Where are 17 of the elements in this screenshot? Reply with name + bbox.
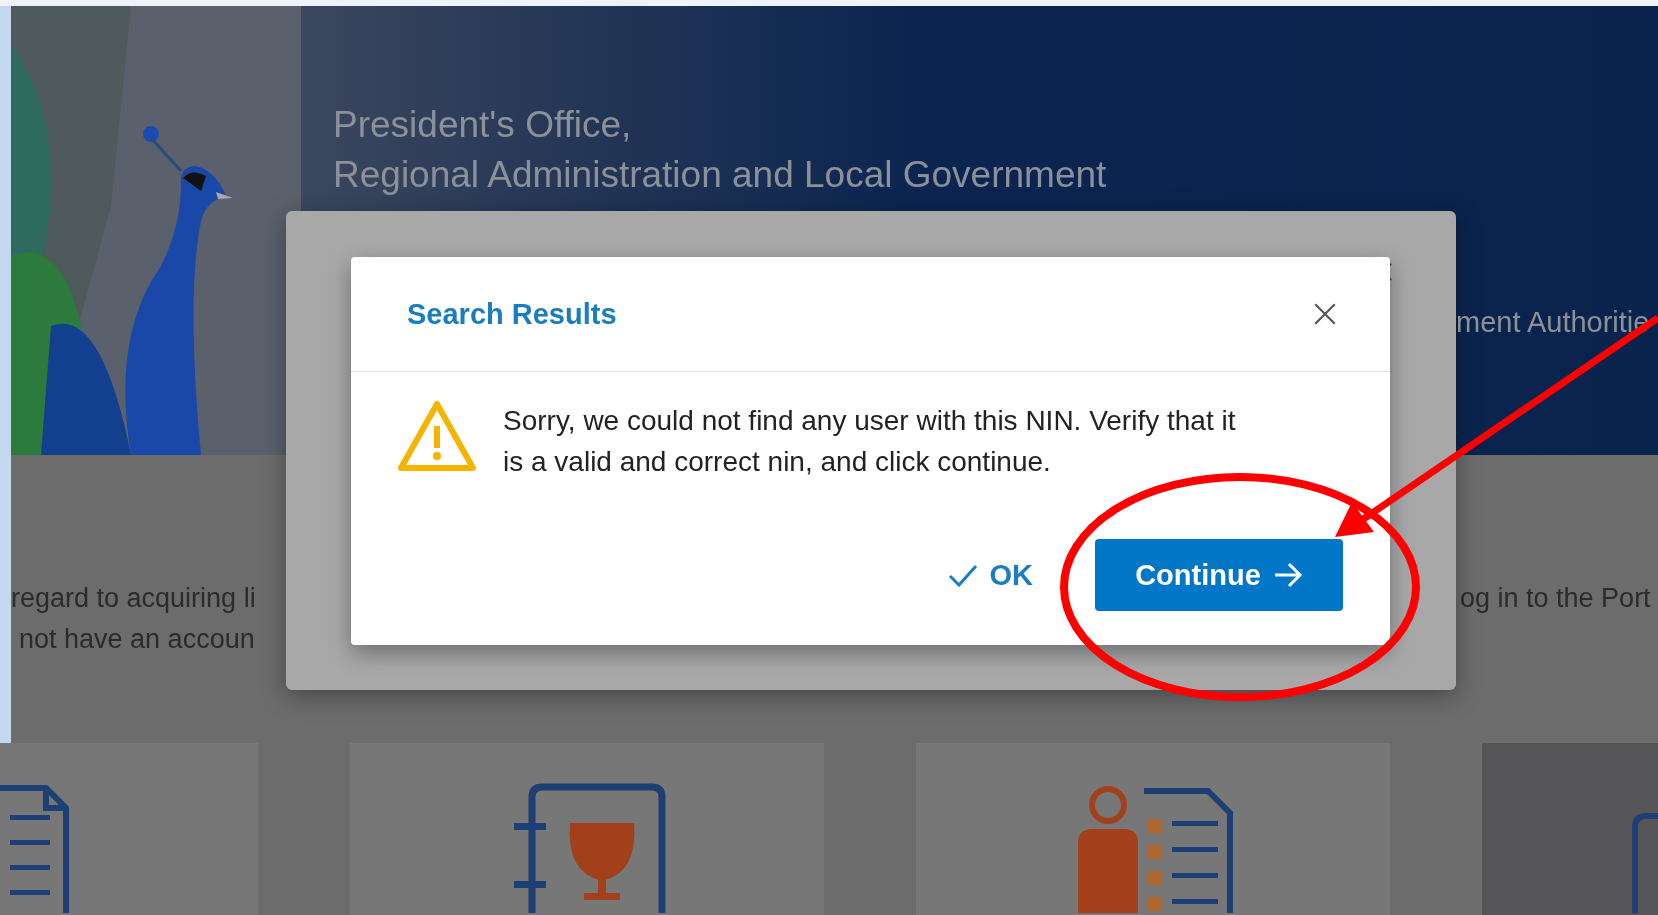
intro-text: regard to acquiring li xyxy=(11,583,256,614)
service-card[interactable] xyxy=(350,743,824,915)
dialog-title: Search Results xyxy=(407,297,617,331)
warning-icon xyxy=(397,400,477,472)
intro-text: not have an accoun xyxy=(18,624,256,655)
ok-button[interactable]: OK xyxy=(947,548,1033,602)
book-icon xyxy=(1632,813,1658,913)
header-title: President's Office, xyxy=(333,103,633,147)
continue-button[interactable]: Continue xyxy=(1095,539,1343,611)
service-card[interactable] xyxy=(916,743,1390,915)
arrow-right-icon xyxy=(1272,562,1303,588)
intro-text: og in to the Port xyxy=(1460,583,1652,614)
close-icon xyxy=(1312,301,1338,327)
check-icon xyxy=(947,563,978,587)
header-subtitle: ment Authoritie xyxy=(1456,306,1650,339)
dialog-message: Sorry, we could not find any user with this NIN. Verify that it is a valid and correct nin, and click continue. xyxy=(503,404,1237,479)
header-title: Regional Administration and Local Government xyxy=(333,153,1107,197)
